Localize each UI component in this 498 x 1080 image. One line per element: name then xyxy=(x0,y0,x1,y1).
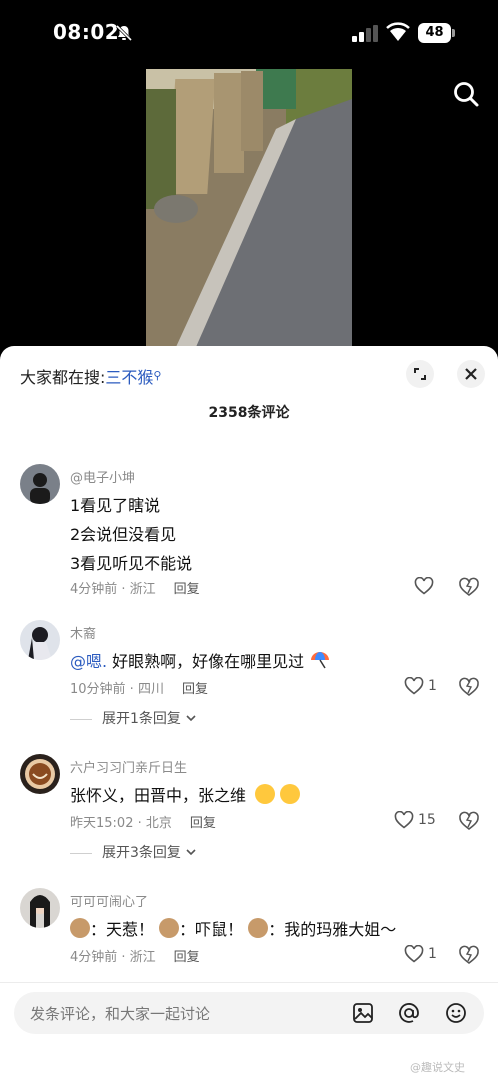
comment-sheet: 大家都在搜:三不猴⚲ 2358条评论 @电子小坤 1看见了瞎说 2会说但没看见 … xyxy=(0,346,498,1080)
comment-username[interactable]: 六户习习门亲斤日生 xyxy=(70,757,187,776)
expand-replies-label: 展开1条回复 xyxy=(102,711,181,727)
watermark: @趣说文史 xyxy=(410,1061,465,1074)
comment-time-location: 10分钟前 · 四川 xyxy=(70,682,164,697)
monkey-emoji-icon xyxy=(248,918,269,938)
comment-part: ：我的玛雅大姐～ xyxy=(268,920,397,939)
comment-meta: 4分钟前 · 浙江 回复 xyxy=(70,946,200,965)
heart-icon xyxy=(404,677,424,695)
heart-icon xyxy=(404,945,424,963)
comment-username[interactable]: @电子小坤 xyxy=(70,467,135,486)
comment-part: ：吓鼠！ xyxy=(179,920,244,939)
comment-meta: 10分钟前 · 四川 回复 xyxy=(70,678,208,697)
heart-icon xyxy=(414,577,434,595)
trending-search[interactable]: 大家都在搜:三不猴⚲ xyxy=(20,364,161,388)
dislike-icon[interactable] xyxy=(458,577,480,597)
trending-keyword[interactable]: 三不猴 xyxy=(105,368,153,387)
comment-input-placeholder: 发条评论，和大家一起讨论 xyxy=(30,1005,211,1023)
like-button[interactable]: 15 xyxy=(394,810,444,832)
umbrella-emoji-icon xyxy=(309,651,331,669)
comment-text: ：天惹！ ：吓鼠！ ：我的玛雅大姐～ xyxy=(70,916,396,940)
comment-text-line: 1看见了瞎说 xyxy=(70,496,161,515)
avatar[interactable] xyxy=(20,754,60,794)
like-count: 1 xyxy=(428,946,437,962)
reply-button[interactable]: 回复 xyxy=(182,682,208,697)
comment-part: ：天惹！ xyxy=(90,920,155,939)
reply-button[interactable]: 回复 xyxy=(174,950,200,965)
monkey-emoji-icon xyxy=(70,918,90,938)
video-preview[interactable] xyxy=(146,69,352,347)
like-button[interactable] xyxy=(414,576,464,598)
battery-level: 48 xyxy=(418,23,451,43)
status-bar: 08:02 48 xyxy=(0,0,498,66)
like-count: 1 xyxy=(428,678,437,694)
laughing-emoji-icon xyxy=(280,784,301,804)
avatar[interactable] xyxy=(20,620,60,660)
comment-text-line: 2会说但没看见 xyxy=(70,525,177,544)
monkey-emoji-icon xyxy=(159,918,180,938)
expand-icon xyxy=(414,368,426,380)
bell-mute-icon xyxy=(115,24,133,42)
comment-body: 好眼熟啊，好像在哪里见过 xyxy=(107,652,305,671)
small-search-icon: ⚲ xyxy=(153,369,162,382)
comment-count: 2358条评论 xyxy=(208,405,290,421)
at-icon[interactable] xyxy=(398,1002,420,1024)
like-button[interactable]: 1 xyxy=(404,944,454,966)
signal-icon xyxy=(352,25,378,42)
dislike-icon[interactable] xyxy=(458,945,480,965)
comment-text-line: 3看见听见不能说 xyxy=(70,554,193,573)
comment-input[interactable]: 发条评论，和大家一起讨论 xyxy=(14,992,484,1034)
comment-meta: 昨天15:02 · 北京 回复 xyxy=(70,812,216,831)
close-icon xyxy=(465,368,477,380)
comment-text: 张怀义，田晋中，张之维 xyxy=(70,782,301,806)
mention-link[interactable]: @嗯. xyxy=(70,652,107,671)
dislike-icon[interactable] xyxy=(458,677,480,697)
reply-button[interactable]: 回复 xyxy=(190,816,216,831)
comment-time-location: 昨天15:02 · 北京 xyxy=(70,816,172,831)
like-button[interactable]: 1 xyxy=(404,676,454,698)
comment-text: @嗯. 好眼熟啊，好像在哪里见过 xyxy=(70,648,331,672)
dislike-icon[interactable] xyxy=(458,811,480,831)
image-icon[interactable] xyxy=(352,1002,374,1024)
avatar[interactable] xyxy=(20,464,60,504)
like-count: 15 xyxy=(418,812,436,828)
chevron-down-icon xyxy=(185,845,197,856)
battery-icon: 48 xyxy=(418,23,455,43)
close-button[interactable] xyxy=(457,360,485,388)
expand-button[interactable] xyxy=(406,360,434,388)
expand-replies-button[interactable]: 展开1条回复 xyxy=(70,708,197,728)
comment-body: 张怀义，田晋中，张之维 xyxy=(70,786,247,805)
expand-replies-label: 展开3条回复 xyxy=(102,845,181,861)
reply-button[interactable]: 回复 xyxy=(174,582,200,597)
emoji-icon[interactable] xyxy=(445,1002,467,1024)
comment-username[interactable]: 可可可闹心了 xyxy=(70,891,148,910)
wifi-icon xyxy=(386,22,410,41)
search-icon[interactable] xyxy=(452,80,480,108)
chevron-down-icon xyxy=(185,711,197,722)
trending-prefix: 大家都在搜: xyxy=(20,368,106,387)
laughing-emoji-icon xyxy=(255,784,276,804)
comment-meta: 4分钟前 · 浙江 回复 xyxy=(70,578,200,597)
comment-time-location: 4分钟前 · 浙江 xyxy=(70,582,156,597)
status-time: 08:02 xyxy=(53,20,120,44)
avatar[interactable] xyxy=(20,888,60,928)
comment-username[interactable]: 木裔 xyxy=(70,623,96,642)
comment-time-location: 4分钟前 · 浙江 xyxy=(70,950,156,965)
divider xyxy=(0,982,498,983)
expand-replies-button[interactable]: 展开3条回复 xyxy=(70,842,197,862)
heart-icon xyxy=(394,811,414,829)
